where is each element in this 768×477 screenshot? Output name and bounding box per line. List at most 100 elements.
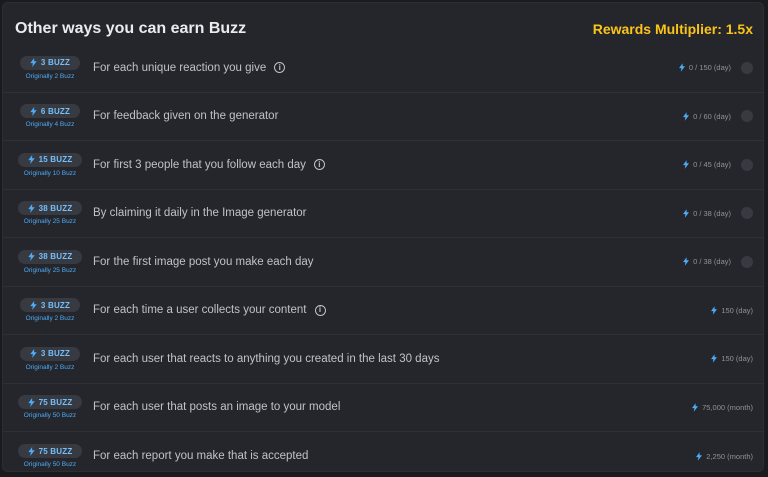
list-item: 75 BUZZ Originally 50 Buzz For each report…	[3, 432, 763, 471]
earn-description-text: For each time a user collects your conte…	[93, 304, 307, 317]
original-amount: Originally 25 Buzz	[23, 266, 77, 274]
earn-list: 3 BUZZ Originally 2 Buzz For each unique r…	[3, 44, 763, 471]
buzz-badge: 38 BUZZ Originally 25 Buzz	[13, 249, 87, 274]
earn-description-text: For the first image post you make each d…	[93, 255, 314, 268]
progress-text: 2,250 (month)	[706, 451, 753, 461]
progress-text: 0 / 38 (day)	[693, 208, 731, 218]
earn-progress: 150 (day)	[711, 354, 753, 363]
buzz-amount-pill: 75 BUZZ	[17, 444, 83, 459]
progress-text: 0 / 45 (day)	[693, 160, 731, 170]
buzz-badge: 3 BUZZ Originally 2 Buzz	[13, 55, 87, 80]
lightning-icon	[30, 58, 37, 68]
earn-progress: 0 / 150 (day)	[678, 63, 731, 73]
buzz-badge: 3 BUZZ Originally 2 Buzz	[13, 346, 87, 371]
list-item: 3 BUZZ Originally 2 Buzz For each time a u…	[3, 287, 763, 335]
lightning-icon	[696, 452, 703, 461]
lightning-icon	[683, 209, 690, 218]
list-item: 38 BUZZ Originally 25 Buzz For the first i…	[3, 238, 763, 287]
buzz-badge: 75 BUZZ Originally 50 Buzz	[13, 444, 87, 468]
lightning-icon	[27, 397, 35, 407]
earn-description: For feedback given on the generator	[93, 110, 278, 122]
lightning-icon	[30, 300, 37, 310]
original-amount: Originally 2 Buzz	[25, 315, 75, 323]
earn-progress-area: 2,250 (month)	[696, 432, 753, 471]
lightning-icon	[683, 160, 690, 169]
info-icon[interactable]: i	[314, 304, 326, 316]
buzz-amount: 38 BUZZ	[38, 203, 73, 213]
panel-header: Other ways you can earn Buzz Rewards Mul…	[15, 17, 753, 41]
lightning-icon	[711, 354, 718, 363]
earn-progress: 0 / 38 (day)	[683, 257, 731, 266]
buzz-amount: 3 BUZZ	[40, 58, 71, 68]
earn-description-text: For each unique reaction you give	[93, 61, 267, 74]
buzz-badge: 6 BUZZ Originally 4 Buzz	[13, 104, 87, 128]
progress-text: 75,000 (month)	[702, 402, 753, 412]
original-amount: Originally 25 Buzz	[23, 218, 77, 226]
earn-progress: 2,250 (month)	[696, 452, 753, 461]
original-amount: Originally 50 Buzz	[23, 461, 77, 469]
earn-description-text: For each report you make that is accepte…	[93, 450, 309, 463]
original-amount: Originally 4 Buzz	[25, 121, 75, 129]
progress-text: 150 (day)	[721, 354, 753, 364]
rewards-multiplier: Rewards Multiplier: 1.5x	[592, 21, 753, 37]
buzz-amount: 75 BUZZ	[38, 446, 73, 456]
buzz-amount-pill: 75 BUZZ	[17, 395, 83, 410]
buzz-amount: 3 BUZZ	[40, 300, 71, 310]
lightning-icon	[683, 257, 690, 266]
earn-progress: 150 (day)	[711, 306, 753, 315]
list-item: 15 BUZZ Originally 10 Buzz For first 3 peo…	[3, 141, 763, 190]
info-icon[interactable]: i	[313, 159, 325, 171]
buzz-amount: 38 BUZZ	[38, 252, 73, 262]
panel-title: Other ways you can earn Buzz	[15, 20, 247, 37]
earn-description: For each user that posts an image to you…	[93, 401, 340, 413]
list-item: 6 BUZZ Originally 4 Buzz For feedback give…	[3, 93, 763, 141]
earn-description: For each user that reacts to anything yo…	[93, 353, 439, 365]
earn-description: For each time a user collects your conte…	[93, 304, 326, 316]
buzz-badge: 75 BUZZ Originally 50 Buzz	[13, 395, 87, 419]
completion-indicator	[741, 61, 753, 74]
buzz-amount: 75 BUZZ	[38, 397, 73, 407]
earn-progress-area: 0 / 45 (day)	[683, 141, 753, 189]
buzz-amount-pill: 6 BUZZ	[19, 104, 81, 119]
lightning-icon	[692, 403, 699, 412]
buzz-amount-pill: 3 BUZZ	[19, 55, 81, 70]
info-icon[interactable]: i	[274, 62, 286, 74]
lightning-icon	[683, 112, 690, 121]
original-amount: Originally 50 Buzz	[23, 412, 77, 420]
lightning-icon	[27, 446, 35, 456]
earn-progress-area: 0 / 150 (day)	[678, 44, 753, 92]
earn-description-text: For each user that posts an image to you…	[93, 401, 341, 414]
buzz-badge: 3 BUZZ Originally 2 Buzz	[13, 298, 87, 322]
original-amount: Originally 10 Buzz	[23, 169, 77, 177]
buzz-amount: 15 BUZZ	[38, 155, 73, 165]
earn-progress: 75,000 (month)	[692, 403, 753, 412]
earn-progress: 0 / 38 (day)	[683, 209, 731, 218]
original-amount: Originally 2 Buzz	[25, 72, 75, 80]
buzz-amount-pill: 15 BUZZ	[17, 152, 83, 167]
earn-buzz-panel: Other ways you can earn Buzz Rewards Mul…	[2, 2, 764, 472]
completion-indicator	[741, 158, 753, 171]
list-item: 38 BUZZ Originally 25 Buzz By claiming it …	[3, 190, 763, 238]
progress-text: 0 / 38 (day)	[693, 257, 731, 267]
completion-indicator	[741, 207, 753, 220]
earn-description: For each report you make that is accepte…	[93, 450, 308, 462]
earn-description-text: For each user that reacts to anything yo…	[93, 352, 440, 365]
buzz-badge: 15 BUZZ Originally 10 Buzz	[13, 152, 87, 177]
progress-text: 150 (day)	[721, 305, 753, 315]
earn-description-text: For first 3 people that you follow each …	[93, 158, 306, 171]
earn-progress-area: 0 / 38 (day)	[683, 238, 753, 286]
completion-indicator	[741, 110, 753, 123]
lightning-icon	[30, 106, 37, 116]
earn-description-text: For feedback given on the generator	[93, 110, 279, 123]
earn-description-text: By claiming it daily in the Image genera…	[93, 207, 307, 220]
lightning-icon	[27, 155, 35, 165]
lightning-icon	[27, 203, 35, 213]
earn-progress-area: 150 (day)	[711, 287, 753, 335]
buzz-amount: 6 BUZZ	[40, 106, 71, 116]
earn-progress: 0 / 60 (day)	[683, 112, 731, 121]
list-item: 75 BUZZ Originally 50 Buzz For each user t…	[3, 384, 763, 432]
buzz-amount-pill: 3 BUZZ	[19, 298, 81, 313]
list-item: 3 BUZZ Originally 2 Buzz For each user tha…	[3, 335, 763, 384]
buzz-amount-pill: 38 BUZZ	[17, 249, 83, 264]
progress-text: 0 / 150 (day)	[688, 63, 731, 73]
